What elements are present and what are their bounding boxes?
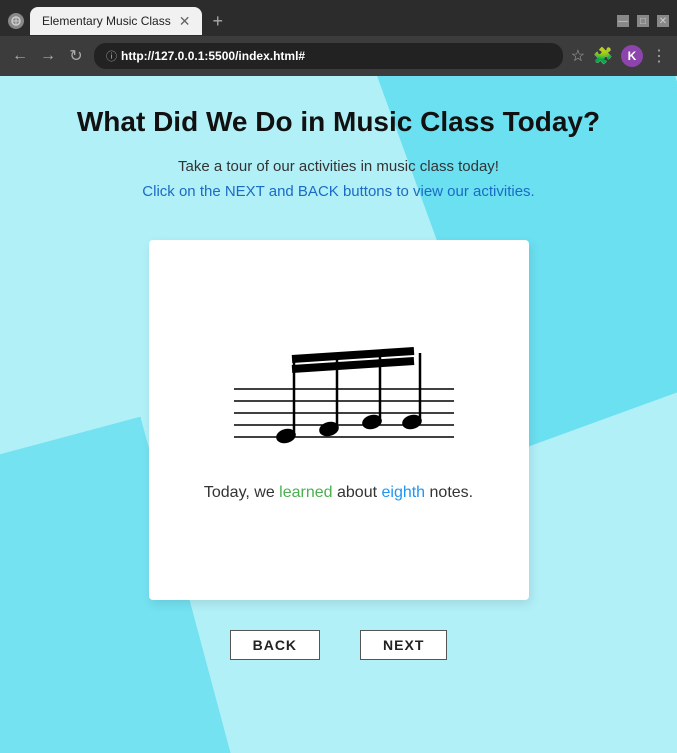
new-tab-button[interactable]: +	[206, 11, 229, 32]
page-title: What Did We Do in Music Class Today?	[77, 106, 600, 138]
caption-word1: learned	[279, 484, 332, 501]
lock-icon: ⓘ	[106, 48, 117, 64]
window-controls: — □ ✕	[617, 15, 669, 27]
menu-icon[interactable]: ⋮	[651, 46, 667, 66]
maximize-button[interactable]: □	[637, 15, 649, 27]
navigation-buttons: BACK NEXT	[230, 630, 448, 660]
toolbar-right: ☆ 🧩 K ⋮	[571, 45, 667, 67]
next-button[interactable]: NEXT	[360, 630, 447, 660]
caption-word2: eighth	[381, 484, 425, 501]
back-button[interactable]: BACK	[230, 630, 320, 660]
music-notation-image	[214, 339, 464, 464]
tab-close-button[interactable]: ✕	[179, 13, 191, 30]
subtitle-text: Take a tour of our activities in music c…	[178, 158, 499, 175]
browser-logo-icon	[8, 13, 24, 29]
instruction-text: Click on the NEXT and BACK buttons to vi…	[142, 183, 534, 200]
close-button[interactable]: ✕	[657, 15, 669, 27]
caption-suffix: notes.	[425, 484, 473, 501]
address-bar: ← → ↻ ⓘ http://127.0.0.1:5500/index.html…	[0, 36, 677, 76]
tab-bar: Elementary Music Class ✕ + — □ ✕	[0, 0, 677, 36]
url-input[interactable]: ⓘ http://127.0.0.1:5500/index.html#	[94, 43, 563, 69]
page-content: What Did We Do in Music Class Today? Tak…	[0, 76, 677, 753]
url-display: http://127.0.0.1:5500/index.html#	[121, 49, 305, 63]
reload-button[interactable]: ↻	[66, 46, 86, 66]
user-avatar[interactable]: K	[621, 45, 643, 67]
caption-prefix: Today, we	[204, 484, 279, 501]
tab-title: Elementary Music Class	[42, 14, 171, 28]
card-caption: Today, we learned about eighth notes.	[204, 484, 473, 502]
minimize-button[interactable]: —	[617, 15, 629, 27]
forward-nav-button[interactable]: →	[38, 47, 58, 65]
browser-chrome: Elementary Music Class ✕ + — □ ✕ ← → ↻ ⓘ…	[0, 0, 677, 76]
extensions-icon[interactable]: 🧩	[593, 46, 613, 66]
active-tab[interactable]: Elementary Music Class ✕	[30, 7, 202, 35]
content-card: Today, we learned about eighth notes.	[149, 240, 529, 600]
eighth-notes-svg	[214, 339, 464, 459]
bookmark-icon[interactable]: ☆	[571, 46, 585, 66]
caption-mid1: about	[333, 484, 382, 501]
back-nav-button[interactable]: ←	[10, 47, 30, 65]
